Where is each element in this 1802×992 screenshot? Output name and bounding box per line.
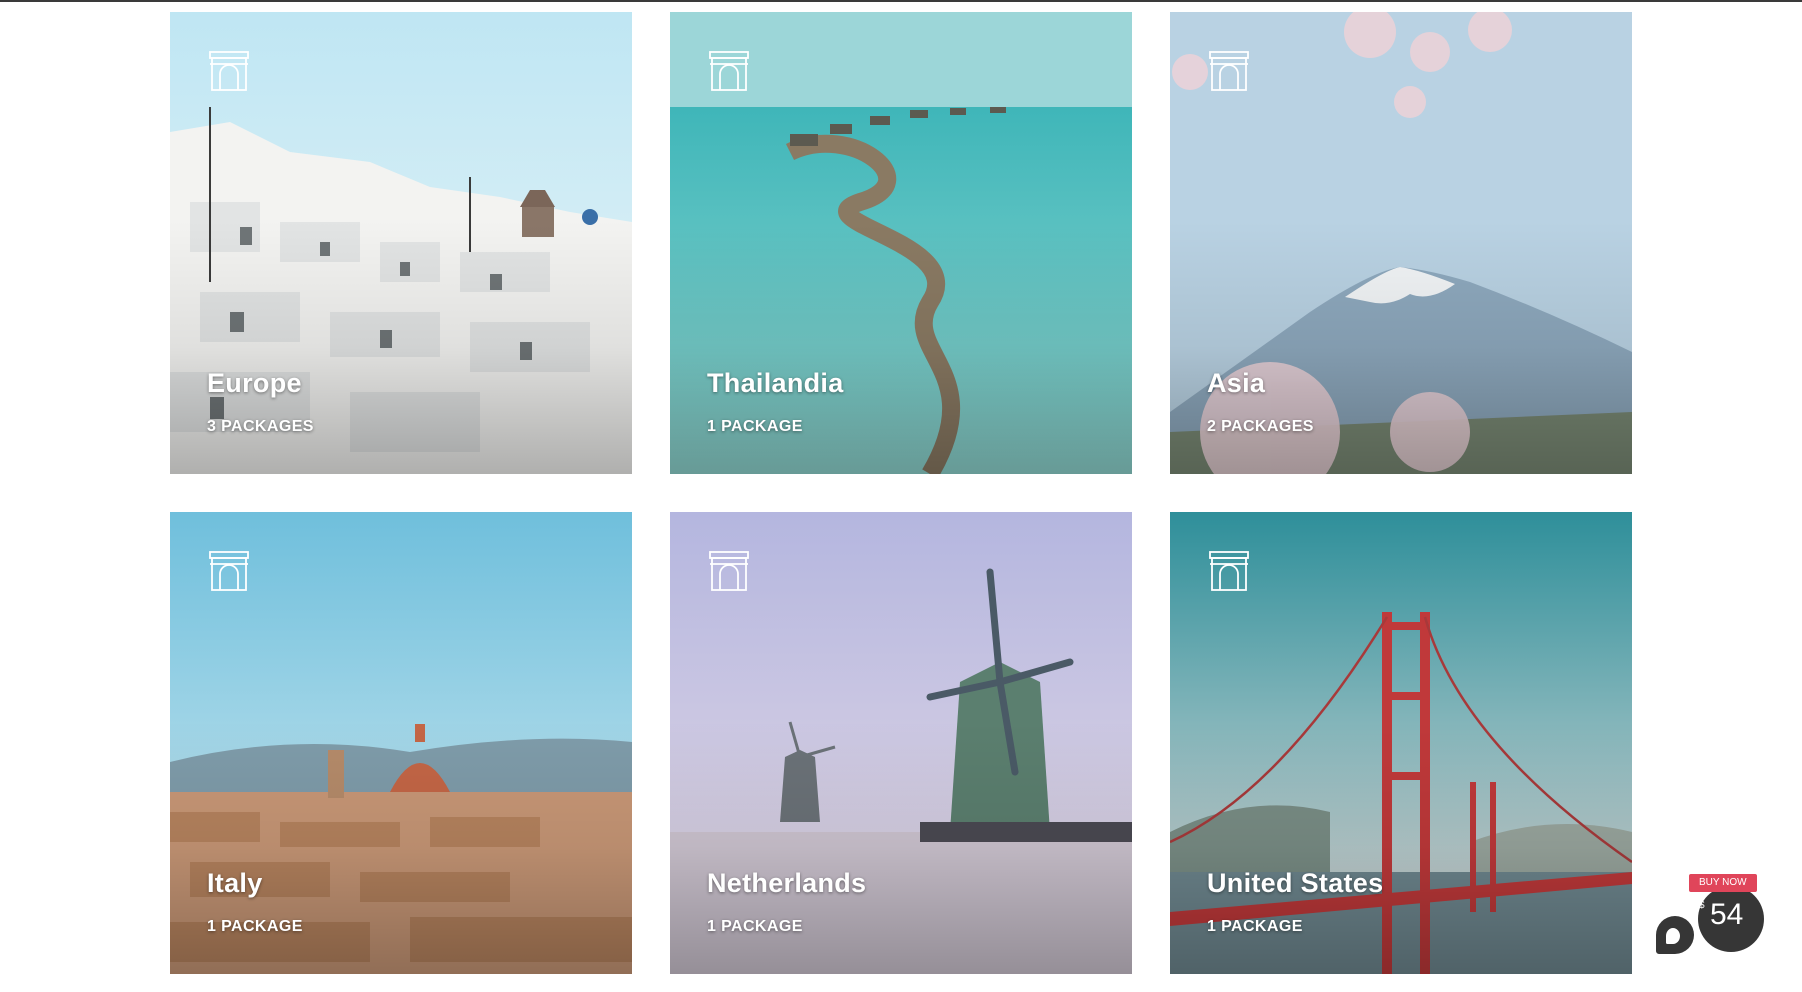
drop-highlight [1666,928,1680,944]
price-currency: $ [1699,900,1705,911]
destination-name: Asia [1207,368,1266,398]
package-count: 3 PACKAGES [207,418,314,435]
package-count: 1 PACKAGE [707,918,803,935]
arch-monument-icon [209,551,249,591]
arch-monument-icon [709,551,749,591]
package-count: 2 PACKAGES [1207,418,1314,435]
destination-name: Europe [207,368,302,398]
buy-now-label[interactable]: BUY NOW [1689,874,1757,892]
destination-name: Thailandia [707,368,844,398]
destination-card-europe[interactable]: Europe 3 PACKAGES [170,12,632,474]
arch-monument-icon [709,51,749,91]
price-value: 54 [1710,898,1744,931]
destination-name: Italy [207,868,263,898]
package-count: 1 PACKAGE [207,918,303,935]
destinations-grid: Europe 3 PACKAGES Thailandia 1 PACKAGE A… [0,0,1802,992]
destination-card-italy[interactable]: Italy 1 PACKAGE [170,512,632,974]
destination-name: Netherlands [707,868,867,898]
arch-monument-icon [209,51,249,91]
arch-monument-icon [1209,551,1249,591]
destination-card-netherlands[interactable]: Netherlands 1 PACKAGE [670,512,1132,974]
destination-card-asia[interactable]: Asia 2 PACKAGES [1170,12,1632,474]
package-count: 1 PACKAGE [707,418,803,435]
destination-card-thailandia[interactable]: Thailandia 1 PACKAGE [670,12,1132,474]
arch-monument-icon [1209,51,1249,91]
destination-name: United States [1207,868,1384,898]
destination-card-united-states[interactable]: United States 1 PACKAGE [1170,512,1632,974]
package-count: 1 PACKAGE [1207,918,1303,935]
buy-now-widget[interactable]: $ 54 BUY NOW [1652,874,1772,958]
